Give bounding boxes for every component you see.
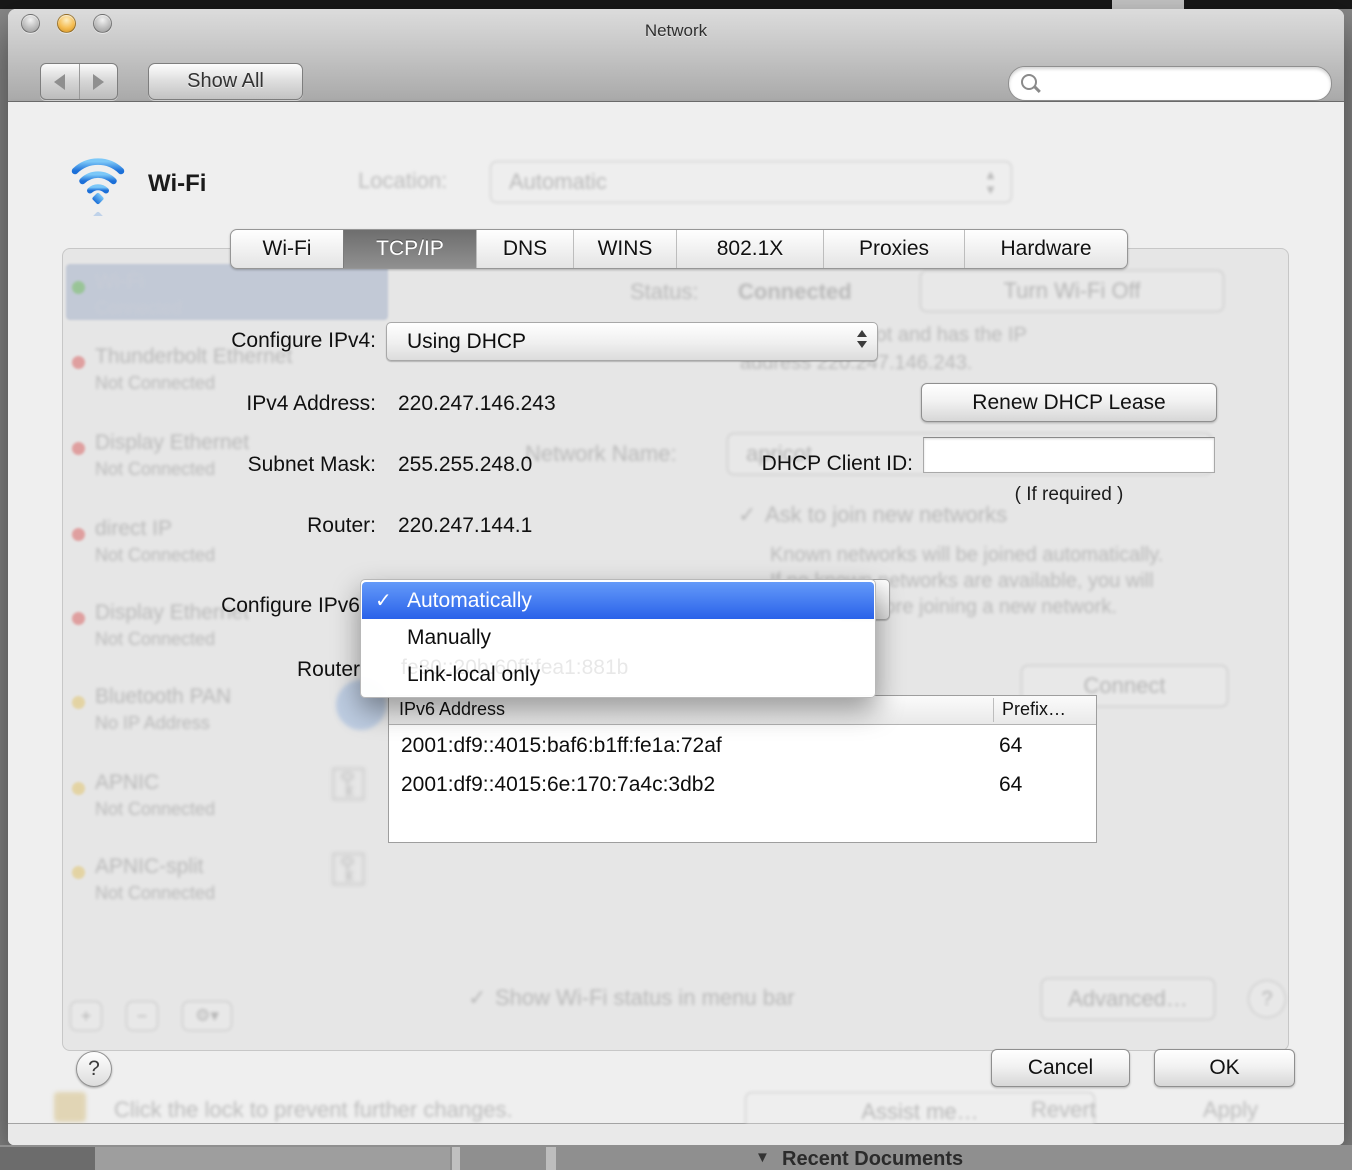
lock-text-ghost: Click the lock to prevent further change…: [114, 1097, 513, 1123]
menu-item-manually[interactable]: Manually: [362, 619, 874, 656]
tab-hardware[interactable]: Hardware: [964, 230, 1127, 268]
service-name: Wi-Fi: [148, 170, 206, 198]
cancel-button[interactable]: Cancel: [991, 1049, 1130, 1087]
help-button[interactable]: ?: [76, 1051, 112, 1087]
configure-ipv6-label: Configure IPv6: [52, 594, 360, 618]
search-input[interactable]: [1009, 67, 1344, 102]
status-dot-red: [72, 356, 85, 369]
ok-button[interactable]: OK: [1154, 1049, 1295, 1087]
sidebar-item-ghost: APNIC-split: [95, 855, 204, 879]
ipv4-address-label: IPv4 Address:: [68, 392, 376, 416]
dhcp-client-id-field[interactable]: [923, 437, 1215, 473]
dhcp-client-id-hint: ( If required ): [923, 484, 1215, 506]
configure-ipv6-menu: fe80::20b:60ff:fea1:881b ✓ Automatically…: [360, 579, 876, 698]
col-prefix[interactable]: Prefix…: [1002, 699, 1066, 720]
network-name-label-ghost: Network Name:: [525, 441, 677, 467]
background-window-fragment: [452, 1147, 460, 1170]
status-dot-yellow: [72, 782, 85, 795]
background-window-fragment: [0, 1147, 95, 1170]
tab-8021x[interactable]: 802.1X: [676, 230, 823, 268]
tab-wins[interactable]: WINS: [573, 230, 676, 268]
background-window-fragment: [95, 1147, 450, 1170]
add-service-button-ghost: +: [70, 1001, 102, 1031]
sidebar-item-ghost: Wi-Fi: [95, 270, 144, 294]
gear-button-ghost: ⚙▾: [182, 1001, 232, 1031]
configure-ipv4-label: Configure IPv4:: [68, 329, 376, 353]
status-dot-green: [72, 281, 85, 294]
desktop-bottom: ▼ Recent Documents: [0, 1145, 1352, 1170]
advanced-button-ghost: Advanced…: [1041, 978, 1215, 1020]
help-button-ghost: ?: [1248, 980, 1286, 1018]
disclosure-triangle-icon: ▼: [755, 1149, 770, 1166]
search-icon: [1021, 74, 1037, 90]
turn-wifi-off-button-ghost: Turn Wi-Fi Off: [920, 270, 1224, 312]
show-status-check-ghost: ✓: [468, 985, 486, 1011]
show-all-button[interactable]: Show All: [148, 63, 303, 100]
back-button[interactable]: [41, 64, 79, 99]
sheet-tab-bar: Wi-Fi TCP/IP DNS WINS 802.1X Proxies Har…: [230, 229, 1128, 269]
wifi-icon: [68, 154, 128, 216]
ipv4-address-value: 220.247.146.243: [398, 392, 556, 416]
titlebar: Network Show All: [8, 9, 1344, 102]
sidebar-item-ghost: APNIC: [95, 771, 159, 795]
tab-wifi[interactable]: Wi-Fi: [231, 230, 343, 268]
apply-button-ghost: Apply: [1203, 1097, 1258, 1123]
window-bottom-strip: [8, 1124, 1344, 1145]
menu-item-link-local[interactable]: Link-local only: [362, 656, 874, 693]
sidebar-item-ghost: Bluetooth PAN: [95, 685, 231, 709]
status-label-ghost: Status:: [630, 279, 698, 305]
table-header[interactable]: IPv6 Address Prefix…: [389, 696, 1096, 725]
location-popup-ghost: Automatic ▲▼: [490, 161, 1012, 203]
nav-back-forward: [40, 63, 118, 100]
recent-documents-label: Recent Documents: [782, 1148, 963, 1170]
subnet-mask-value: 255.255.248.0: [398, 453, 532, 477]
ask-join-check-ghost: ✓: [738, 502, 756, 528]
checkmark-icon: ✓: [375, 588, 392, 613]
tab-proxies[interactable]: Proxies: [823, 230, 964, 268]
search-field[interactable]: [1008, 66, 1332, 101]
revert-button-ghost: Revert: [1031, 1097, 1096, 1123]
lock-icon-ghost: ⚿: [331, 757, 366, 813]
forward-arrow-icon: [93, 74, 104, 90]
ipv6-address-table: IPv6 Address Prefix… 2001:df9::4015:baf6…: [388, 695, 1097, 843]
sidebar-item-ghost: Display Ethernet: [95, 431, 249, 455]
configure-ipv4-popup[interactable]: Using DHCP: [386, 322, 878, 361]
status-value-ghost: Connected: [738, 279, 852, 305]
lock-icon-ghost: ⚿: [331, 842, 366, 898]
back-arrow-icon: [54, 74, 65, 90]
location-label-ghost: Location:: [358, 168, 447, 194]
lock-icon-ghost: [54, 1092, 86, 1122]
status-dot-yellow: [72, 696, 85, 709]
screen: 2 2 Network Show All Location: Autom: [0, 0, 1352, 1170]
popup-stepper-icon: [857, 330, 867, 348]
forward-button[interactable]: [79, 64, 118, 99]
window-title: Network: [8, 21, 1344, 41]
dhcp-client-id-input[interactable]: [924, 438, 1230, 472]
tab-tcpip[interactable]: TCP/IP: [343, 230, 476, 268]
router-label: Router:: [68, 514, 376, 538]
network-preferences-window: Network Show All Location: Automatic ▲▼: [8, 9, 1344, 1145]
status-dot-yellow: [72, 866, 85, 879]
advanced-sheet: Location: Automatic ▲▼: [8, 102, 1344, 1124]
router-value: 220.247.144.1: [398, 514, 532, 538]
background-window-edge: [1112, 0, 1184, 9]
background-window-fragment: [546, 1147, 556, 1170]
desktop-edge-glyph: 2: [0, 603, 1, 626]
tab-dns[interactable]: DNS: [476, 230, 573, 268]
router6-label: Router: [52, 658, 360, 682]
menu-item-automatically[interactable]: ✓ Automatically: [362, 582, 874, 619]
col-ipv6-address[interactable]: IPv6 Address: [399, 699, 505, 720]
renew-dhcp-lease-button[interactable]: Renew DHCP Lease: [921, 383, 1217, 422]
dhcp-client-id-label: DHCP Client ID:: [663, 452, 913, 476]
remove-service-button-ghost: −: [126, 1001, 158, 1031]
desktop-edge-glyph: 2: [0, 383, 1, 406]
show-status-label-ghost: Show Wi-Fi status in menu bar: [495, 985, 795, 1011]
subnet-mask-label: Subnet Mask:: [68, 453, 376, 477]
column-divider: [993, 698, 994, 722]
